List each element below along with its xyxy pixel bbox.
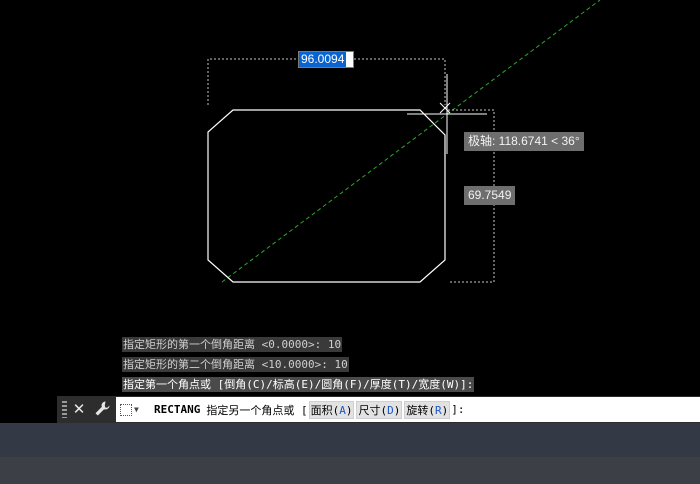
status-bar [0,457,700,484]
command-suffix: ]: [451,403,465,416]
command-prompt: 指定另一个角点或 [ [206,403,308,417]
chamfered-rectangle [207,109,446,283]
history-line-1: 指定矩形的第一个倒角距离 <0.0000>: 10 [122,337,343,352]
command-name: RECTANG [154,403,201,416]
drag-handle[interactable] [62,401,67,418]
dynamic-height-input[interactable]: 69.7549 [464,186,516,205]
option-dimensions[interactable]: 尺寸(D) [356,400,403,419]
drawing-canvas[interactable]: 96.0094 极轴: 118.6741 < 36° 69.7549 [0,0,700,423]
layout-tabs-bar [0,423,700,457]
status-area [0,423,700,484]
wrench-icon[interactable] [93,399,111,419]
polar-tooltip: 极轴: 118.6741 < 36° [464,132,584,151]
dynamic-width-input[interactable]: 96.0094 [298,51,354,68]
command-input[interactable]: ▼ RECTANG 指定另一个角点或 [ 面积(A) 尺寸(D) 旋转(R) ]… [116,397,700,422]
option-area[interactable]: 面积(A) [308,400,355,419]
history-line-2: 指定矩形的第二个倒角距离 <10.0000>: 10 [122,357,349,372]
command-line-bar: ✕ ▼ RECTANG 指定另一个角点或 [ 面积(A) 尺寸(D) 旋转(R)… [57,396,700,423]
history-line-3: 指定第一个角点或 [倒角(C)/标高(E)/圆角(F)/厚度(T)/宽度(W)]… [122,377,475,392]
option-rotation[interactable]: 旋转(R) [404,400,451,419]
width-input-value: 96.0094 [299,52,347,67]
close-icon[interactable]: ✕ [71,399,87,419]
recent-commands-icon[interactable]: ▼ [120,403,148,416]
